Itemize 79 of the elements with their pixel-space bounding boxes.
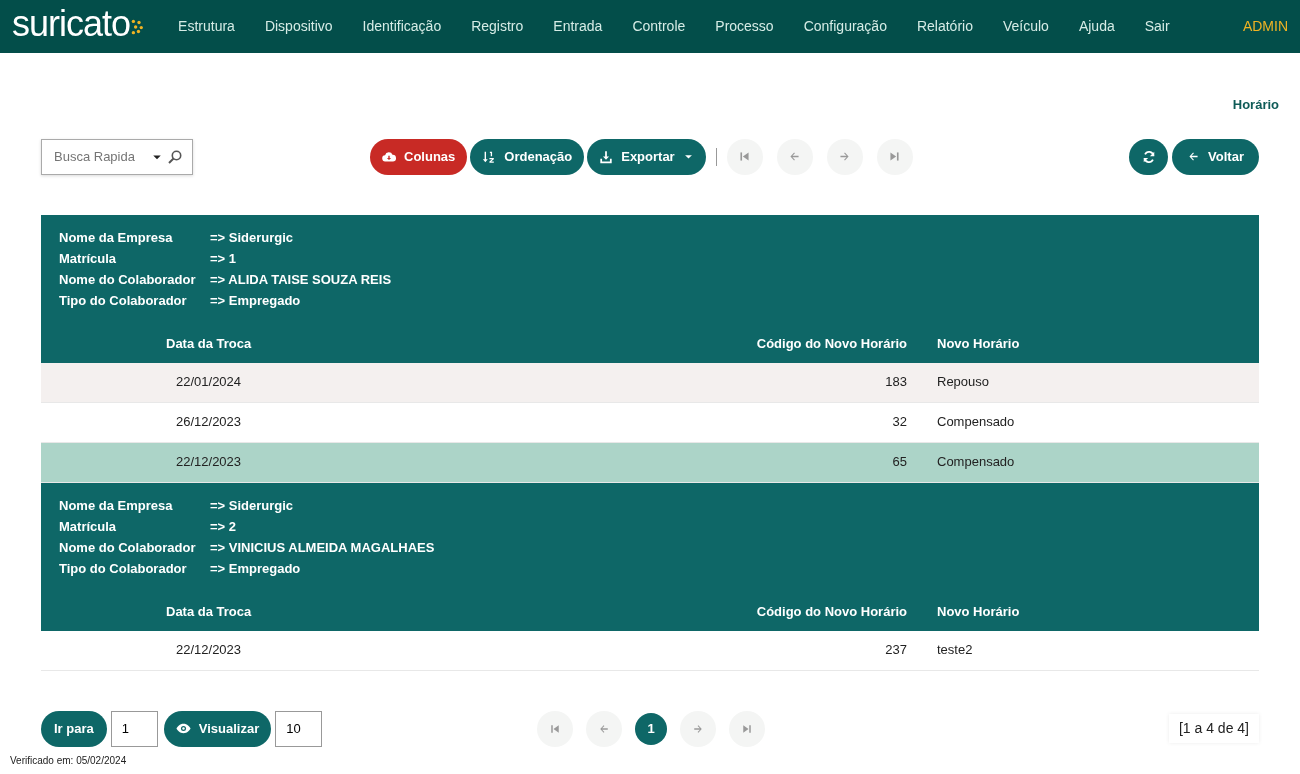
nav-link[interactable]: Entrada: [553, 16, 603, 37]
last-page-icon: [741, 722, 754, 735]
field-label: Matrícula: [59, 517, 118, 536]
table-cell-text: 65: [891, 453, 907, 472]
table-cell-text: 26/12/2023: [175, 413, 243, 432]
go-to-button[interactable]: Ir para: [41, 710, 107, 747]
table-cell-text: 32: [891, 413, 907, 432]
last-page-icon: [888, 150, 902, 163]
field-value: => Siderurgic: [210, 228, 294, 247]
nav-link[interactable]: Estrutura: [178, 16, 235, 37]
field-label: Nome da Empresa: [59, 228, 174, 247]
back-button[interactable]: Voltar: [1172, 138, 1259, 175]
search-field[interactable]: Busca Rapida: [41, 138, 193, 175]
field-label: Nome da Empresa: [59, 496, 174, 515]
verified-date: Verificado em: 05/02/2024: [9, 753, 128, 768]
column-header: Novo Horário: [937, 602, 1021, 621]
column-header: Data da Troca: [166, 602, 253, 621]
field-label: Tipo do Colaborador: [59, 559, 188, 578]
sort-icon: [482, 149, 497, 164]
columns-button[interactable]: Colunas: [370, 138, 468, 175]
table-cell-text: Compensado: [937, 453, 1016, 472]
field-value: => Siderurgic: [210, 496, 294, 515]
table-cell-text: 22/12/2023: [175, 641, 243, 660]
page-button[interactable]: 1: [635, 712, 668, 745]
refresh-button[interactable]: [1129, 138, 1169, 175]
column-header: Código do Novo Horário: [755, 602, 907, 621]
record-range: [1 a 4 de 4]: [1168, 714, 1259, 743]
left-arrow-icon: [1187, 150, 1201, 163]
field-value: => VINICIUS ALMEIDA MAGALHAES: [210, 538, 435, 557]
view-button[interactable]: Visualizar: [163, 710, 272, 747]
field-value: => Empregado: [210, 559, 301, 578]
user-name[interactable]: ADMIN: [1242, 16, 1288, 37]
column-header: Código do Novo Horário: [755, 334, 907, 353]
nav-link[interactable]: Controle: [632, 16, 686, 37]
field-value: => ALIDA TAISE SOUZA REIS: [210, 270, 392, 289]
table-cell-text: Compensado: [937, 413, 1016, 432]
refresh-icon: [1141, 149, 1156, 164]
field-value: => 2: [210, 517, 237, 536]
first-page-icon: [738, 150, 752, 163]
table-cell-text: 22/12/2023: [175, 453, 243, 472]
table-row[interactable]: 26/12/2023 32 Compensado: [41, 402, 1259, 443]
table-row[interactable]: 22/12/2023 65 Compensado: [41, 442, 1259, 483]
nav-link[interactable]: Relatório: [916, 16, 973, 37]
sort-button[interactable]: Ordenação: [470, 138, 585, 175]
download-icon: [599, 149, 614, 164]
table-cell-text: teste2: [937, 641, 974, 660]
table-cell-text: 183: [884, 373, 907, 392]
table-cell-text: 237: [884, 641, 907, 660]
nav-link[interactable]: Veículo: [1002, 16, 1049, 37]
field-value: => Empregado: [210, 291, 301, 310]
field-label: Nome do Colaborador: [59, 538, 197, 557]
nav-link[interactable]: Dispositivo: [264, 16, 333, 37]
left-arrow-icon: [788, 150, 802, 163]
field-label: Tipo do Colaborador: [59, 291, 188, 310]
nav-link[interactable]: Processo: [715, 16, 774, 37]
nav-link[interactable]: Sair: [1144, 16, 1170, 37]
column-header: Data da Troca: [166, 334, 253, 353]
nav-link[interactable]: Identificação: [362, 16, 442, 37]
table-cell-text: 22/01/2024: [175, 373, 243, 392]
right-arrow-icon: [838, 150, 852, 163]
cloud-download-icon: [382, 149, 396, 164]
first-page-icon: [549, 722, 562, 735]
page-title: Horário: [1231, 96, 1279, 114]
left-arrow-icon: [598, 722, 611, 735]
search-icon: [167, 148, 183, 165]
eye-icon: [175, 721, 191, 736]
page-size-input[interactable]: 10: [275, 710, 323, 747]
field-label: Nome do Colaborador: [59, 270, 197, 289]
page-input[interactable]: 1: [110, 710, 158, 747]
table-row[interactable]: 22/01/2024 183 Repouso: [41, 362, 1259, 403]
table-cell-text: Repouso: [937, 373, 991, 392]
nav-link[interactable]: Registro: [471, 16, 524, 37]
export-button[interactable]: Exportar: [587, 138, 706, 175]
field-label: Matrícula: [59, 249, 118, 268]
field-value: => 1: [210, 249, 237, 268]
nav-link[interactable]: Configuração: [803, 16, 887, 37]
column-header: Novo Horário: [937, 334, 1021, 353]
nav-link[interactable]: Ajuda: [1078, 16, 1115, 37]
table-row[interactable]: 22/12/2023 237 teste2: [41, 630, 1259, 671]
